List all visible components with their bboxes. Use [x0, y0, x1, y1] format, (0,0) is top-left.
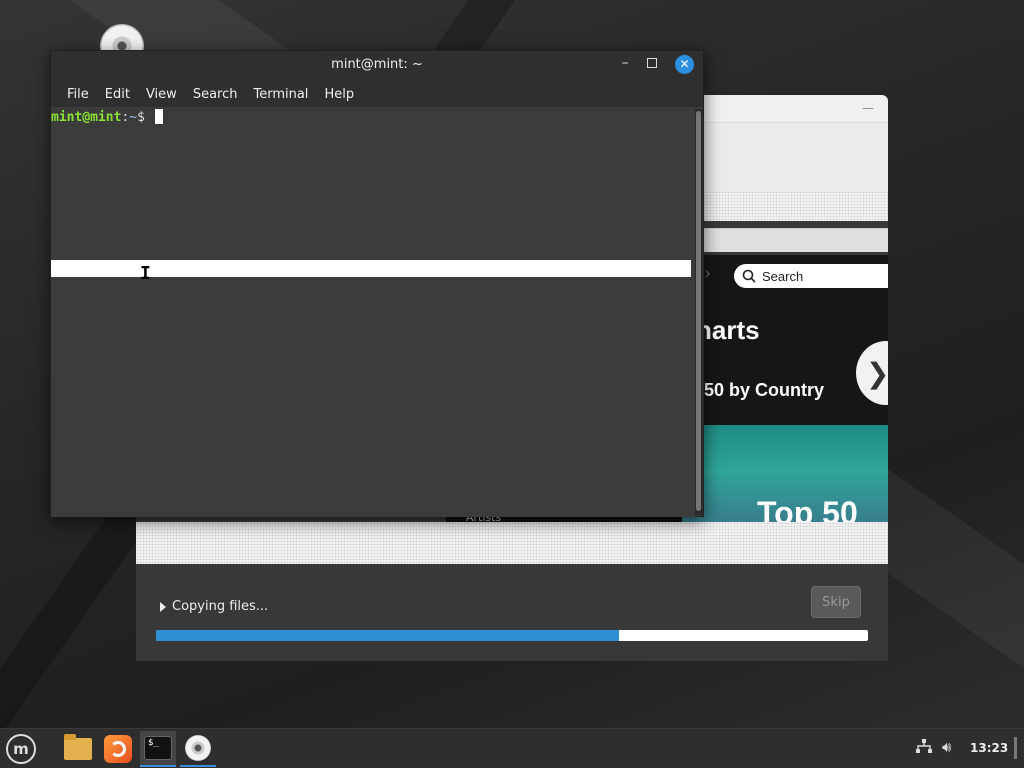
- terminal-window: mint@mint: ~ – ✕ File Edit View Search T…: [50, 50, 704, 517]
- terminal-scrollbar[interactable]: [695, 109, 703, 515]
- terminal-scrollbar-thumb[interactable]: [696, 111, 701, 511]
- installer-status-text: Copying files...: [172, 599, 269, 614]
- taskbar-installer-button[interactable]: [180, 731, 216, 767]
- close-icon[interactable]: ✕: [675, 55, 694, 74]
- terminal-icon: $_: [144, 736, 172, 760]
- network-icon[interactable]: [916, 739, 932, 757]
- spotify-search-input: Search: [734, 264, 888, 288]
- ibeam-cursor-icon: I: [140, 263, 151, 284]
- maximize-icon[interactable]: [647, 58, 657, 68]
- clock[interactable]: 13:23: [970, 741, 1008, 755]
- spotify-heading: harts: [696, 315, 760, 345]
- terminal-cursor: [154, 109, 163, 124]
- volume-icon[interactable]: 🔊︎: [942, 738, 951, 756]
- taskbar-firefox-button[interactable]: [100, 731, 136, 767]
- files-icon: [64, 734, 92, 760]
- menu-search[interactable]: Search: [185, 87, 246, 102]
- menu-edit[interactable]: Edit: [97, 87, 138, 102]
- taskbar-terminal-button[interactable]: $_: [140, 731, 176, 767]
- terminal-menubar: File Edit View Search Terminal Help: [51, 81, 703, 107]
- back-arrow-icon: ›: [704, 263, 712, 284]
- prompt-user: mint@mint: [51, 110, 122, 125]
- menu-view[interactable]: View: [138, 87, 185, 102]
- spotify-subheading: p 50 by Country: [688, 380, 825, 400]
- show-desktop-button[interactable]: [1014, 737, 1017, 759]
- terminal-titlebar[interactable]: mint@mint: ~ – ✕: [51, 51, 703, 81]
- terminal-prompt: mint@mint:~$: [51, 109, 163, 125]
- skip-button[interactable]: Skip: [811, 586, 861, 618]
- expand-triangle-icon[interactable]: [160, 601, 166, 612]
- terminal-body[interactable]: mint@mint:~$ I: [51, 107, 695, 517]
- installer-minimize-icon[interactable]: —: [862, 101, 874, 115]
- disc-icon: [185, 735, 211, 761]
- prompt-path: ~: [129, 110, 138, 125]
- menu-terminal[interactable]: Terminal: [245, 87, 316, 102]
- terminal-title: mint@mint: ~: [331, 57, 423, 72]
- installer-progress-bar: [156, 630, 868, 641]
- spotify-top50-banner: Top 50: [682, 425, 888, 527]
- minimize-icon[interactable]: –: [617, 55, 633, 75]
- menu-help[interactable]: Help: [316, 87, 362, 102]
- installer-status[interactable]: Copying files...: [160, 599, 268, 614]
- taskbar: m $_ 🔊︎ 13:23: [0, 728, 1024, 768]
- installer-pattern-bottom: [136, 522, 888, 564]
- taskbar-files-button[interactable]: [60, 731, 96, 767]
- mint-menu-button[interactable]: m: [6, 734, 36, 764]
- prompt-symbol: $: [137, 110, 145, 125]
- search-icon: [742, 269, 756, 283]
- installer-progress-fill: [156, 630, 619, 641]
- spotify-search-placeholder: Search: [762, 268, 804, 284]
- firefox-icon: [104, 735, 132, 763]
- menu-file[interactable]: File: [59, 87, 97, 102]
- next-arrow-button: ❯: [856, 341, 888, 405]
